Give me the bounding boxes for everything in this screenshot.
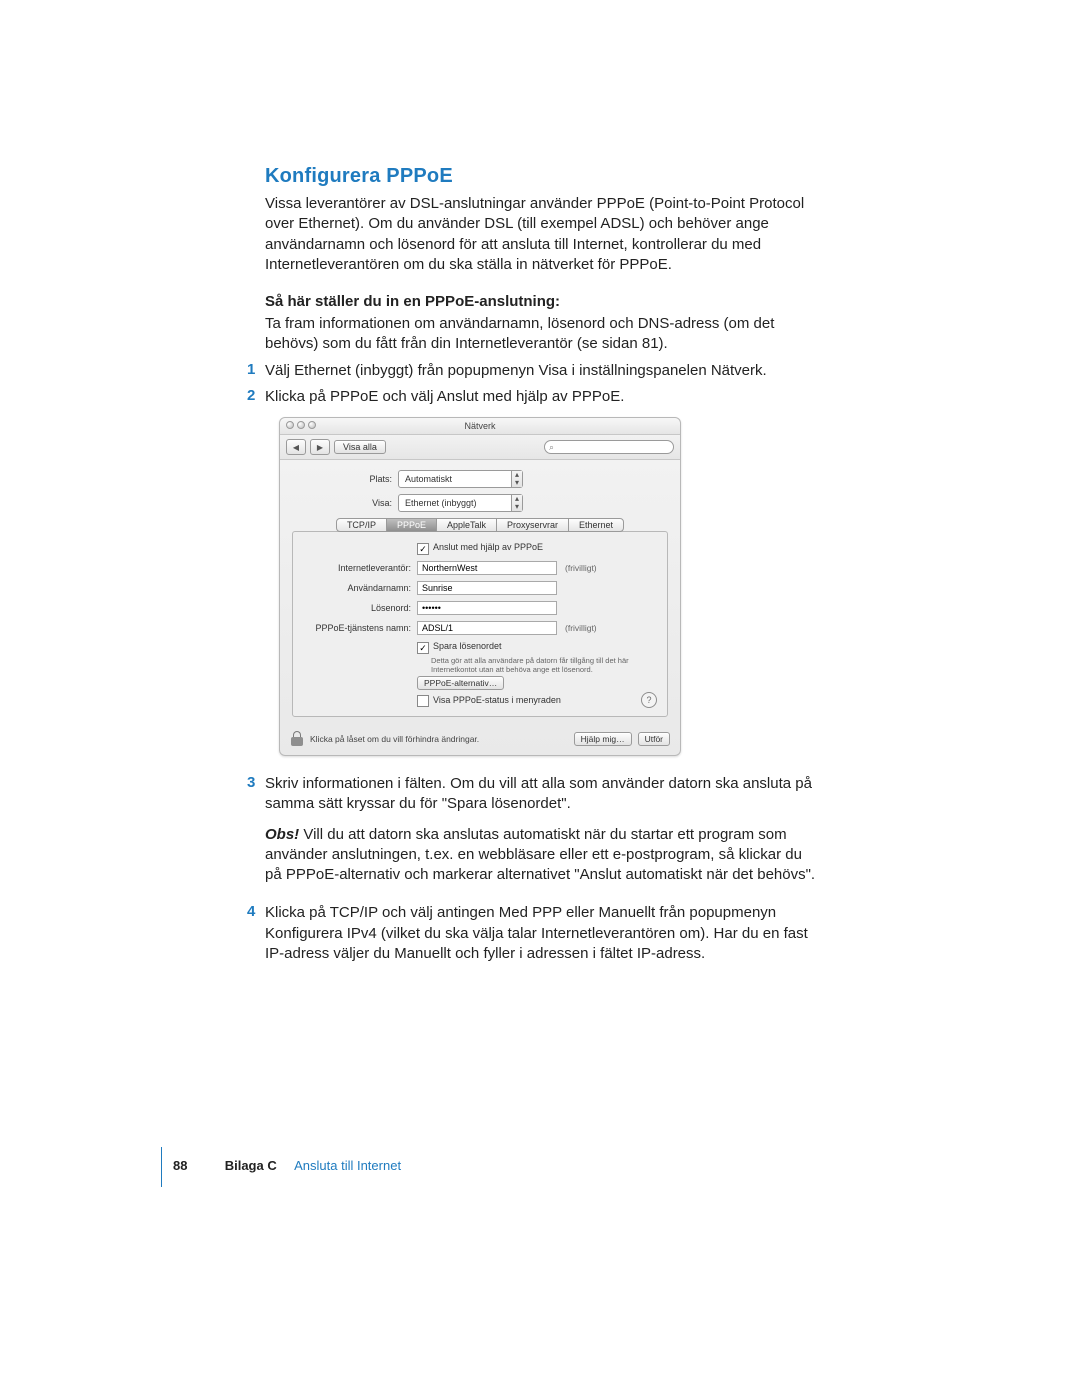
window-title: Nätverk: [464, 421, 495, 431]
show-all-button[interactable]: Visa alla: [334, 440, 386, 454]
lock-text: Klicka på låset om du vill förhindra änd…: [310, 734, 479, 744]
select-plats[interactable]: Automatiskt ▴▾: [398, 470, 523, 488]
steps-intro: Ta fram informationen om användarnamn, l…: [265, 314, 819, 355]
help-me-button[interactable]: Hjälp mig…: [574, 732, 632, 746]
page-number: 88: [173, 1158, 187, 1173]
step-2: 2 Klicka på PPPoE och välj Anslut med hj…: [265, 387, 819, 407]
save-password-note: Detta gör att alla användare på datorn f…: [431, 656, 651, 674]
window-titlebar: Nätverk: [280, 418, 680, 435]
tab-bar: TCP/IP PPPoE AppleTalk Proxyservrar Ethe…: [292, 518, 668, 532]
appendix-label: Bilaga C: [225, 1158, 277, 1173]
hint-optional: (frivilligt): [565, 563, 597, 573]
hint-optional: (frivilligt): [565, 623, 597, 633]
step-number: 2: [247, 387, 255, 404]
tab-proxy[interactable]: Proxyservrar: [496, 518, 569, 532]
label-service: PPPoE-tjänstens namn:: [303, 623, 417, 633]
tab-appletalk[interactable]: AppleTalk: [436, 518, 497, 532]
steps-heading: Så här ställer du in en PPPoE-anslutning…: [265, 293, 819, 310]
step-number: 3: [247, 774, 255, 791]
step-4: 4 Klicka på TCP/IP och välj antingen Med…: [265, 903, 819, 964]
tab-tcpip[interactable]: TCP/IP: [336, 518, 387, 532]
label-plats: Plats:: [292, 474, 398, 484]
window-toolbar: ◀ ▶ Visa alla ⌕: [280, 435, 680, 460]
page-footer: 88 Bilaga C Ansluta till Internet: [173, 1158, 401, 1173]
input-username[interactable]: [417, 581, 557, 595]
apply-button[interactable]: Utför: [638, 732, 670, 746]
checkbox-save-password-label: Spara lösenordet: [433, 641, 502, 651]
step-3: 3 Skriv informationen i fälten. Om du vi…: [265, 774, 819, 815]
input-service[interactable]: [417, 621, 557, 635]
intro-paragraph: Vissa leverantörer av DSL-anslutningar a…: [265, 194, 819, 275]
obs-paragraph: Obs! Vill du att datorn ska anslutas aut…: [265, 825, 819, 886]
step-text: Klicka på PPPoE och välj Anslut med hjäl…: [265, 388, 624, 405]
zoom-icon[interactable]: [308, 421, 316, 429]
pppoe-panel: ✓ Anslut med hjälp av PPPoE Internetleve…: [292, 531, 668, 717]
label-username: Användarnamn:: [303, 583, 417, 593]
minimize-icon[interactable]: [297, 421, 305, 429]
back-button[interactable]: ◀: [286, 439, 306, 455]
label-visa: Visa:: [292, 498, 398, 508]
select-visa-value: Ethernet (inbyggt): [399, 497, 511, 509]
window-footer: Klicka på låset om du vill förhindra änd…: [280, 725, 680, 755]
step-number: 4: [247, 903, 255, 920]
step-1: 1 Välj Ethernet (inbyggt) från popupmeny…: [265, 361, 819, 381]
input-password[interactable]: [417, 601, 557, 615]
lock-icon[interactable]: [290, 731, 304, 747]
step-text: Klicka på TCP/IP och välj antingen Med P…: [265, 904, 808, 962]
select-plats-value: Automatiskt: [399, 473, 511, 485]
network-prefs-screenshot: Nätverk ◀ ▶ Visa alla ⌕ Plats: Automatis…: [279, 417, 681, 756]
step-text: Skriv informationen i fälten. Om du vill…: [265, 775, 812, 812]
section-title: Konfigurera PPPoE: [265, 165, 819, 188]
step-text: Välj Ethernet (inbyggt) från popupmenyn …: [265, 362, 767, 379]
select-visa[interactable]: Ethernet (inbyggt) ▴▾: [398, 494, 523, 512]
checkbox-show-status-label: Visa PPPoE-status i menyraden: [433, 695, 561, 705]
chevron-updown-icon: ▴▾: [511, 495, 522, 511]
checkbox-connect-pppoe-label: Anslut med hjälp av PPPoE: [433, 542, 543, 552]
appendix-title: Ansluta till Internet: [294, 1158, 401, 1173]
tab-pppoe[interactable]: PPPoE: [386, 518, 437, 532]
checkbox-save-password[interactable]: ✓: [417, 642, 429, 654]
checkbox-show-status[interactable]: [417, 695, 429, 707]
label-password: Lösenord:: [303, 603, 417, 613]
chevron-updown-icon: ▴▾: [511, 471, 522, 487]
obs-body: Vill du att datorn ska anslutas automati…: [265, 826, 815, 884]
search-field[interactable]: ⌕: [544, 440, 674, 454]
input-isp[interactable]: [417, 561, 557, 575]
label-isp: Internetleverantör:: [303, 563, 417, 573]
forward-button[interactable]: ▶: [310, 439, 330, 455]
tab-ethernet[interactable]: Ethernet: [568, 518, 624, 532]
footer-rule: [161, 1147, 162, 1187]
help-icon[interactable]: ?: [641, 692, 657, 708]
traffic-lights[interactable]: [286, 421, 316, 429]
pppoe-options-button[interactable]: PPPoE-alternativ…: [417, 676, 504, 690]
step-number: 1: [247, 361, 255, 378]
search-icon: ⌕: [549, 442, 554, 453]
close-icon[interactable]: [286, 421, 294, 429]
checkbox-connect-pppoe[interactable]: ✓: [417, 543, 429, 555]
obs-lead: Obs!: [265, 826, 299, 843]
